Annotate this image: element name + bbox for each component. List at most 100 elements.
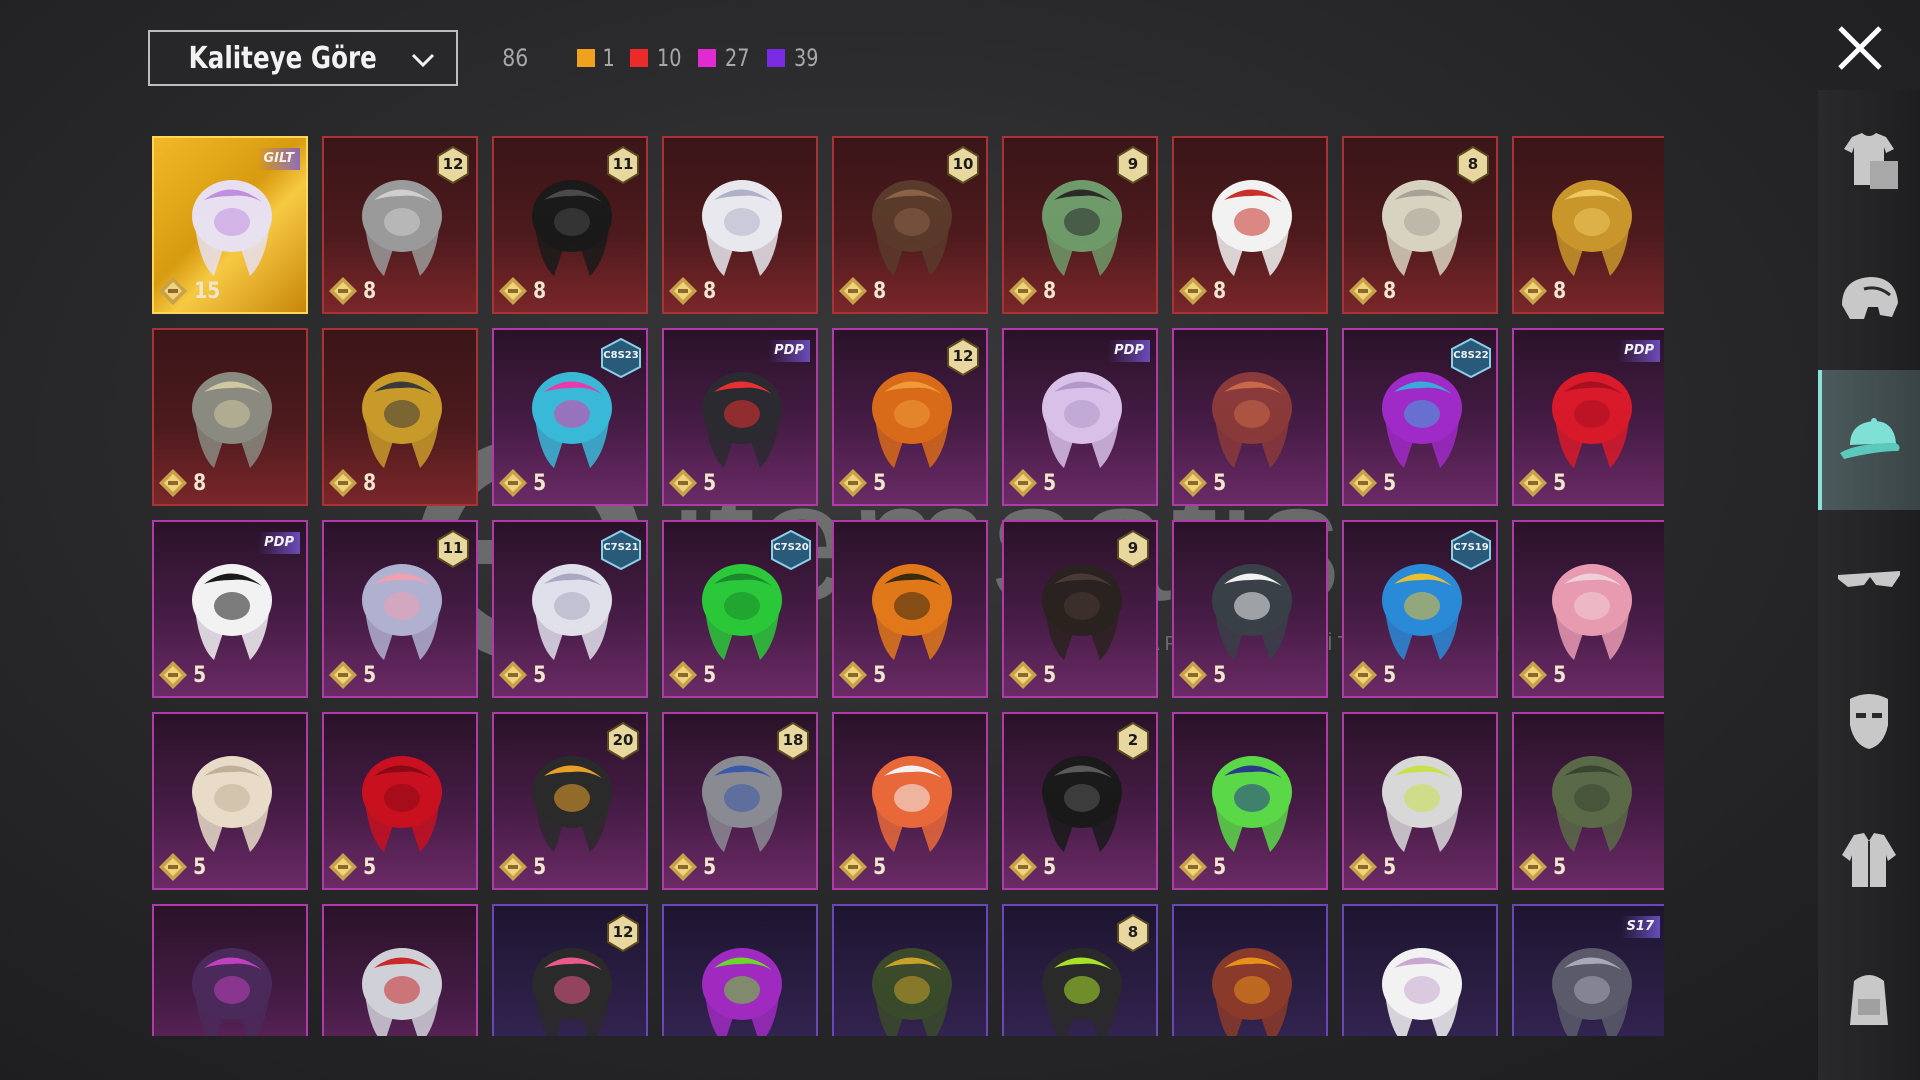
item-card[interactable]: 9 5 (1002, 520, 1158, 698)
level-badge: 18 (776, 722, 810, 760)
item-card[interactable] (1342, 904, 1498, 1036)
level-badge: 12 (946, 338, 980, 376)
item-card[interactable]: PDP 5 (662, 328, 818, 506)
item-card[interactable]: C8S23 5 (492, 328, 648, 506)
item-points: 15 (194, 278, 221, 304)
item-card[interactable]: 9 8 (1002, 136, 1158, 314)
coin-icon (159, 277, 187, 305)
item-card[interactable]: 11 8 (492, 136, 648, 314)
tiara-hat-icon (192, 180, 272, 276)
level-text: 8 (1127, 923, 1139, 941)
close-button[interactable] (1832, 20, 1888, 76)
coin-icon (839, 661, 867, 689)
item-card[interactable]: 5 (1512, 712, 1664, 890)
coin-icon (499, 661, 527, 689)
item-card[interactable]: C7S20 5 (662, 520, 818, 698)
card-footer: 5 (1518, 852, 1567, 882)
category-backpacks[interactable] (1818, 930, 1920, 1070)
item-card[interactable]: 5 (1172, 328, 1328, 506)
item-card[interactable]: 5 (1172, 520, 1328, 698)
item-points: 5 (193, 662, 207, 688)
item-card[interactable]: 18 5 (662, 712, 818, 890)
item-card[interactable]: 8 (1172, 136, 1328, 314)
sun-hat-icon (1382, 948, 1462, 1036)
level-badge: 12 (606, 914, 640, 952)
item-card[interactable]: 8 8 (1342, 136, 1498, 314)
count-purple-value: 39 (793, 44, 819, 72)
item-card[interactable] (662, 904, 818, 1036)
card-footer: 8 (838, 276, 887, 306)
rank-badge: C8S22 (1450, 338, 1492, 378)
item-points: 5 (703, 854, 717, 880)
card-footer: 5 (1348, 852, 1397, 882)
item-card[interactable]: C8S22 5 (1342, 328, 1498, 506)
goggles-ponytail-icon (1382, 756, 1462, 852)
sort-dropdown[interactable]: Kaliteye Göre (148, 30, 458, 86)
coin-icon (1179, 661, 1207, 689)
backpack-icon (1850, 975, 1888, 1025)
level-badge: 10 (946, 146, 980, 184)
item-card[interactable]: 12 5 (832, 328, 988, 506)
item-card[interactable]: 2 5 (1002, 712, 1158, 890)
category-eyewear[interactable] (1818, 510, 1920, 650)
category-masks[interactable] (1818, 650, 1920, 790)
card-footer: 8 (328, 276, 377, 306)
level-text: 18 (782, 731, 804, 749)
golden-head-icon (1552, 180, 1632, 276)
item-card[interactable]: 5 (152, 712, 308, 890)
card-footer: 5 (158, 852, 207, 882)
coin-icon (1179, 277, 1207, 305)
sort-label: Kaliteye Göre (188, 40, 378, 76)
level-badge: 20 (606, 722, 640, 760)
item-card[interactable]: C7S19 5 (1342, 520, 1498, 698)
witch-hat-icon (192, 948, 272, 1036)
item-points: 5 (1383, 662, 1397, 688)
item-card[interactable]: 5 (322, 712, 478, 890)
coin-icon (329, 277, 357, 305)
coin-icon (1349, 277, 1377, 305)
category-hats[interactable] (1818, 370, 1920, 510)
count-gold: 1 (576, 44, 616, 72)
item-card[interactable] (1172, 904, 1328, 1036)
item-card[interactable] (832, 904, 988, 1036)
category-jackets[interactable] (1818, 790, 1920, 930)
item-card[interactable]: 8 (662, 136, 818, 314)
item-card[interactable]: 5 (1172, 712, 1328, 890)
item-card[interactable]: PDP 5 (1512, 328, 1664, 506)
item-card[interactable]: 8 (1002, 904, 1158, 1036)
item-card[interactable]: 10 8 (832, 136, 988, 314)
category-helmets[interactable] (1818, 230, 1920, 370)
item-points: 8 (193, 470, 207, 496)
item-card[interactable]: PDP 5 (1002, 328, 1158, 506)
item-points: 8 (1553, 278, 1567, 304)
item-card[interactable]: 12 (492, 904, 648, 1036)
item-card[interactable]: 8 (152, 328, 308, 506)
item-card[interactable] (152, 904, 308, 1036)
item-card[interactable]: 20 5 (492, 712, 648, 890)
item-points: 5 (533, 854, 547, 880)
item-card[interactable]: 5 (832, 520, 988, 698)
item-grid: GILT 15 12 8 11 8 8 10 8 9 8 8 8 8 8 8 8… (152, 136, 1664, 1036)
item-card[interactable]: GILT 15 (152, 136, 308, 314)
item-card[interactable]: 5 (1512, 520, 1664, 698)
item-card[interactable]: S17 (1512, 904, 1664, 1036)
panda-head-icon (192, 564, 272, 660)
item-points: 5 (1213, 662, 1227, 688)
item-card[interactable]: 5 (832, 712, 988, 890)
item-card[interactable] (322, 904, 478, 1036)
level-text: 12 (612, 923, 634, 941)
category-outfits[interactable] (1818, 90, 1920, 230)
season-tag: S17 (1620, 916, 1660, 938)
coin-icon (1009, 661, 1037, 689)
item-points: 5 (703, 470, 717, 496)
item-card[interactable]: 12 8 (322, 136, 478, 314)
item-card[interactable]: 5 (1342, 712, 1498, 890)
item-points: 8 (1043, 278, 1057, 304)
aviator-hat-icon (1212, 948, 1292, 1036)
item-card[interactable]: 11 5 (322, 520, 478, 698)
item-card[interactable]: 8 (1512, 136, 1664, 314)
item-card[interactable]: PDP 5 (152, 520, 308, 698)
card-footer: 5 (1178, 852, 1227, 882)
item-card[interactable]: C7S21 5 (492, 520, 648, 698)
item-card[interactable]: 8 (322, 328, 478, 506)
